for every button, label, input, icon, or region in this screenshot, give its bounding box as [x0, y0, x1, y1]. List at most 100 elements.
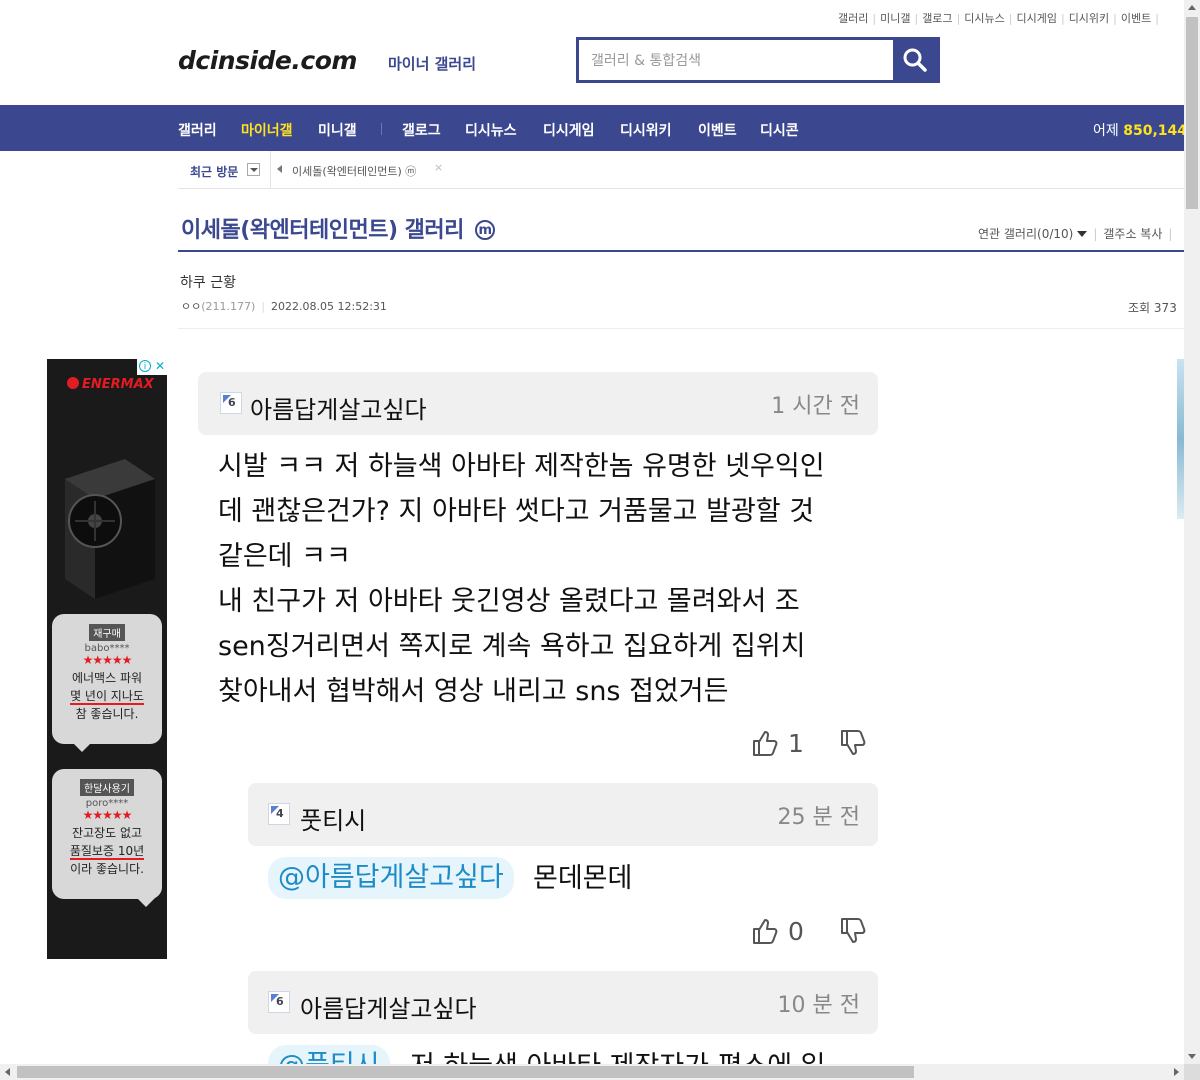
nav-dccon[interactable]: 디시콘 — [760, 120, 799, 140]
thumbs-up-icon — [753, 919, 778, 944]
util-link-gallery[interactable]: 갤러리 — [838, 12, 868, 25]
nav-gallery[interactable]: 갤러리 — [178, 120, 217, 140]
reply-header: 4 풋티시 25 분 전 — [248, 783, 878, 846]
nav-minor-gallery[interactable]: 마이너갤 — [241, 120, 293, 140]
horizontal-scrollbar[interactable] — [0, 1064, 1184, 1080]
level-badge-icon: 6 — [268, 991, 290, 1013]
post-title: 하쿠 근황 — [180, 275, 236, 291]
visitor-count: 어제 850,144 — [1093, 120, 1187, 140]
ad-review-1: 재구매 babo**** ★★★★★ 에너맥스 파워 몇 년이 지나도 참 좋습니다… — [52, 614, 162, 752]
copy-address-button[interactable]: 갤주소 복사 — [1103, 227, 1162, 241]
site-logo[interactable]: dcinside.com — [178, 46, 357, 75]
vertical-scroll-thumb[interactable] — [1186, 17, 1198, 209]
right-ad-strip[interactable] — [1177, 359, 1184, 519]
comment-body: 시발 ㅋㅋ 저 하늘색 아바타 제작한놈 유명한 넷우익인 데 괜찮은건가? 지… — [218, 451, 825, 707]
reply-time: 25 분 전 — [777, 805, 860, 830]
visitor-number: 850,144 — [1123, 123, 1187, 139]
comment-header: 6 아름답게살고싶다 1 시간 전 — [198, 372, 878, 435]
nav-dcnews[interactable]: 디시뉴스 — [465, 120, 517, 140]
recent-visits-dropdown[interactable] — [247, 163, 260, 176]
visitor-label: 어제 — [1093, 123, 1119, 139]
util-link-minigall[interactable]: 미니갤 — [880, 12, 910, 25]
views-count: 373 — [1153, 301, 1177, 315]
nav-dcwiki[interactable]: 디시위키 — [620, 120, 672, 140]
vertical-scrollbar[interactable] — [1184, 0, 1200, 1064]
reply-header: 6 아름답게살고싶다 10 분 전 — [248, 971, 878, 1034]
util-link-event[interactable]: 이벤트 — [1121, 12, 1151, 25]
main-nav: 갤러리 마이너갤 미니갤 갤로그 디시뉴스 디시게임 디시위키 이벤트 디시콘 … — [0, 105, 1187, 151]
nav-dcgame[interactable]: 디시게임 — [543, 120, 595, 140]
horizontal-scroll-thumb[interactable] — [17, 1066, 914, 1078]
ad-close-icon[interactable]: ✕ — [155, 359, 165, 373]
views-label: 조회 — [1128, 301, 1151, 315]
recent-visits-bar: 최근 방문 이세돌(왁엔터테인먼트) ⓜ × — [178, 151, 1184, 189]
side-ad-banner[interactable]: i ✕ ENERMAX 재구매 babo**** ★★★★★ 에너맥스 파워 몇 년… — [47, 359, 167, 959]
minor-gallery-link[interactable]: 마이너 갤러리 — [388, 53, 476, 74]
nav-mini-gallery[interactable]: 미니갤 — [318, 120, 357, 140]
reply-votes: 0 — [750, 916, 868, 946]
review-text: 잔고장도 없고 품질보증 10년 이라 좋습니다. — [69, 826, 145, 876]
power-supply-image — [65, 459, 155, 599]
post-meta: ㅇㅇ(211.177) | 2022.08.05 12:52:31 — [181, 300, 387, 313]
search-icon — [903, 48, 927, 72]
minor-gallery-mark-icon: m — [475, 220, 496, 240]
ad-brand-logo: ENERMAX — [67, 377, 154, 392]
gallery-title[interactable]: 이세돌(왁엔터테인먼트) 갤러리 m — [181, 212, 496, 244]
scroll-down-arrow-icon[interactable] — [1188, 1054, 1196, 1059]
ad-info-icon[interactable]: i — [139, 360, 151, 372]
comment-time: 1 시간 전 — [771, 394, 860, 419]
scroll-left-arrow-icon[interactable] — [5, 1068, 10, 1076]
nav-gallog[interactable]: 갤로그 — [402, 120, 441, 140]
post-ip: (211.177) — [201, 300, 256, 313]
related-gallery-label: 연관 갤러리(0/10) — [978, 227, 1074, 241]
gallery-tools: 연관 갤러리(0/10) | 갤주소 복사 | — [978, 227, 1173, 241]
search-box — [576, 37, 940, 83]
ad-choices[interactable]: i ✕ — [137, 359, 167, 375]
scroll-up-arrow-icon[interactable] — [1188, 5, 1196, 10]
util-link-gallog[interactable]: 갤로그 — [922, 12, 952, 25]
util-link-wiki[interactable]: 디시위키 — [1069, 12, 1109, 25]
level-badge-icon: 6 — [220, 392, 242, 414]
ad-brand-name: ENERMAX — [82, 377, 154, 392]
like-count: 0 — [787, 917, 804, 946]
review-stars: ★★★★★ — [82, 808, 133, 822]
util-link-news[interactable]: 디시뉴스 — [964, 12, 1004, 25]
level-badge-icon: 4 — [268, 803, 290, 825]
like-count: 1 — [787, 729, 804, 758]
post-date: 2022.08.05 12:52:31 — [271, 300, 387, 313]
comment-votes: 1 — [750, 728, 868, 758]
review-tag: 한달사용기 — [80, 779, 134, 796]
reply-author: 아름답게살고싶다 — [300, 995, 477, 1023]
related-gallery-button[interactable]: 연관 갤러리(0/10) — [978, 227, 1088, 241]
ad-review-2: 한달사용기 poro**** ★★★★★ 잔고장도 없고 품질보증 10년 이라 좋… — [52, 769, 162, 907]
recent-visit-remove-button[interactable]: × — [434, 161, 443, 174]
post-author[interactable]: ㅇㅇ — [181, 300, 201, 313]
thumbs-up-icon — [753, 731, 778, 756]
gallery-title-text: 이세돌(왁엔터테인먼트) 갤러리 — [181, 218, 464, 243]
search-input[interactable] — [589, 48, 893, 74]
thumbs-down-icon — [840, 918, 866, 943]
reply-author: 풋티시 — [300, 807, 367, 835]
thumbs-down-icon — [840, 730, 866, 755]
reply-body: 몬데몬데 — [533, 863, 633, 894]
title-divider — [178, 250, 1184, 252]
post-views: 조회 373 — [1128, 299, 1177, 316]
search-button[interactable] — [893, 40, 937, 80]
recent-visits-label: 최근 방문 — [190, 165, 239, 179]
chevron-down-icon — [1077, 231, 1088, 237]
nav-divider — [381, 123, 382, 135]
util-links: 갤러리 | 미니갤 | 갤로그 | 디시뉴스 | 디시게임 | 디시위키 | 이벤트 | — [838, 12, 1159, 25]
reply-time: 10 분 전 — [777, 993, 860, 1018]
scroll-right-arrow-icon[interactable] — [1174, 1068, 1179, 1076]
review-stars: ★★★★★ — [82, 653, 133, 667]
post-image-comment-screenshot: 6 아름답게살고싶다 1 시간 전 시발 ㅋㅋ 저 하늘색 아바타 제작한놈 유… — [190, 360, 890, 1070]
review-text: 에너맥스 파워 몇 년이 지나도 참 좋습니다. — [70, 671, 144, 721]
reply-mention: @아름답게살고싶다 — [268, 857, 514, 899]
recent-visit-item[interactable]: 이세돌(왁엔터테인먼트) ⓜ — [292, 163, 416, 179]
scrollbar-corner — [1184, 1064, 1200, 1080]
post-header-divider — [178, 328, 1184, 329]
recent-prev-arrow-icon[interactable] — [277, 165, 282, 173]
comment-author: 아름답게살고싶다 — [250, 396, 427, 424]
util-link-game[interactable]: 디시게임 — [1016, 12, 1056, 25]
nav-event[interactable]: 이벤트 — [698, 120, 737, 140]
